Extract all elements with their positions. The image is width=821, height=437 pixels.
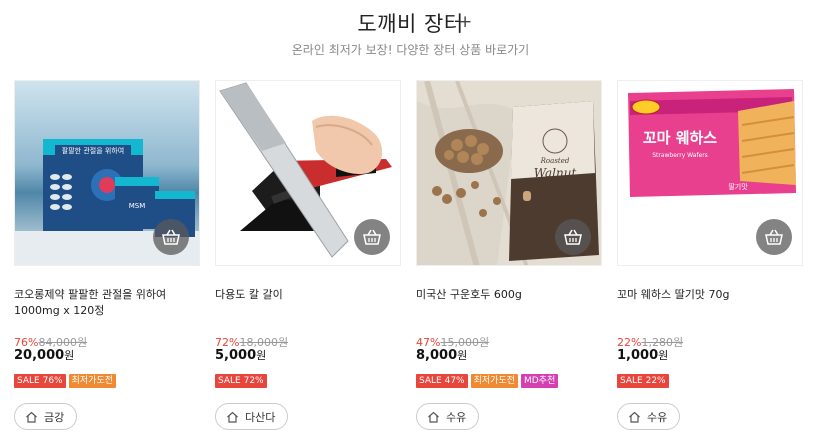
product-card: Roasted Walnut 미국산 구운호두 600g 47%15,000원 — [416, 80, 602, 437]
price-currency: 원 — [457, 349, 468, 362]
seller-button[interactable]: 수유 — [617, 403, 681, 430]
product-image[interactable]: 팔팔한 관절을 위하여 MSM — [14, 80, 200, 266]
seller-button[interactable]: 다산다 — [215, 403, 289, 430]
home-icon — [26, 411, 37, 423]
price-value: 1,000 — [617, 348, 659, 363]
price-value: 20,000 — [14, 348, 65, 363]
section-title: 도깨비 장터 — [357, 12, 464, 36]
package-title: 꼬마 웨하스 — [643, 129, 717, 147]
section-subtitle: 온라인 최저가 보장! 다양한 장터 상품 바로가기 — [291, 43, 530, 57]
product-card: 팔팔한 관절을 위하여 MSM 코오롱제약 팔팔한 관절을 위하여 1000mg — [14, 80, 200, 437]
lowest-price-badge: 최저가도전 — [470, 374, 519, 388]
badge-list: SALE 47% 최저가도전 MD추천 — [416, 374, 559, 388]
sale-badge: SALE 47% — [416, 374, 468, 388]
title-row: 도깨비 장터 — [0, 8, 821, 38]
product-image[interactable] — [215, 80, 401, 266]
home-icon — [629, 411, 640, 423]
product-name[interactable]: 미국산 구운호두 600g — [416, 287, 602, 303]
price-currency: 원 — [256, 349, 267, 362]
add-to-cart-button[interactable] — [354, 219, 390, 255]
add-to-cart-button[interactable] — [153, 219, 189, 255]
price-currency: 원 — [658, 349, 669, 362]
product-card: 꼬마 웨하스 Strawberry Wafers 딸기맛 꼬마 웨하스 딸기맛 … — [617, 80, 803, 437]
seller-name: 수유 — [446, 410, 467, 424]
home-icon — [227, 411, 238, 423]
price-currency: 원 — [64, 349, 75, 362]
seller-name: 수유 — [647, 410, 668, 424]
package-subtitle: Strawberry Wafers — [652, 152, 708, 159]
seller-button[interactable]: 금강 — [14, 403, 78, 430]
price-value: 8,000 — [416, 348, 458, 363]
shopping-basket-icon — [363, 229, 381, 245]
package-label: Roasted — [540, 157, 570, 165]
package-label: 팔팔한 관절을 위하여 — [62, 146, 124, 155]
package-title: Walnut — [534, 166, 577, 180]
sale-price: 1,000원 — [617, 347, 668, 363]
add-to-cart-button[interactable] — [555, 219, 591, 255]
package-small-label: MSM — [129, 202, 146, 210]
sale-badge: SALE 72% — [215, 374, 267, 388]
badge-list: SALE 76% 최저가도전 — [14, 374, 117, 388]
product-image[interactable]: Roasted Walnut — [416, 80, 602, 266]
shopping-basket-icon — [564, 229, 582, 245]
home-icon — [428, 411, 439, 423]
shopping-basket-icon — [162, 229, 180, 245]
sale-price: 5,000원 — [215, 347, 266, 363]
add-to-cart-button[interactable] — [756, 219, 792, 255]
seller-name: 금강 — [44, 410, 65, 424]
price-value: 5,000 — [215, 348, 257, 363]
product-name[interactable]: 꼬마 웨하스 딸기맛 70g — [617, 287, 803, 303]
sale-price: 20,000원 — [14, 347, 74, 363]
product-card: 다용도 칼 갈이 72%18,000원 5,000원 SALE 72% 다산다 — [215, 80, 401, 437]
product-image[interactable]: 꼬마 웨하스 Strawberry Wafers 딸기맛 — [617, 80, 803, 266]
sale-badge: SALE 76% — [14, 374, 66, 388]
sale-badge: SALE 22% — [617, 374, 669, 388]
shopping-basket-icon — [765, 229, 783, 245]
product-name[interactable]: 다용도 칼 갈이 — [215, 287, 401, 303]
badge-list: SALE 72% — [215, 374, 267, 388]
seller-name: 다산다 — [245, 410, 276, 424]
more-plus-button[interactable]: + — [458, 12, 472, 32]
seller-button[interactable]: 수유 — [416, 403, 480, 430]
product-name[interactable]: 코오롱제약 팔팔한 관절을 위하여 1000mg x 120정 — [14, 287, 200, 319]
badge-list: SALE 22% — [617, 374, 669, 388]
md-pick-badge: MD추천 — [521, 374, 559, 388]
lowest-price-badge: 최저가도전 — [68, 374, 117, 388]
sale-price: 8,000원 — [416, 347, 467, 363]
package-flavor: 딸기맛 — [728, 182, 748, 191]
